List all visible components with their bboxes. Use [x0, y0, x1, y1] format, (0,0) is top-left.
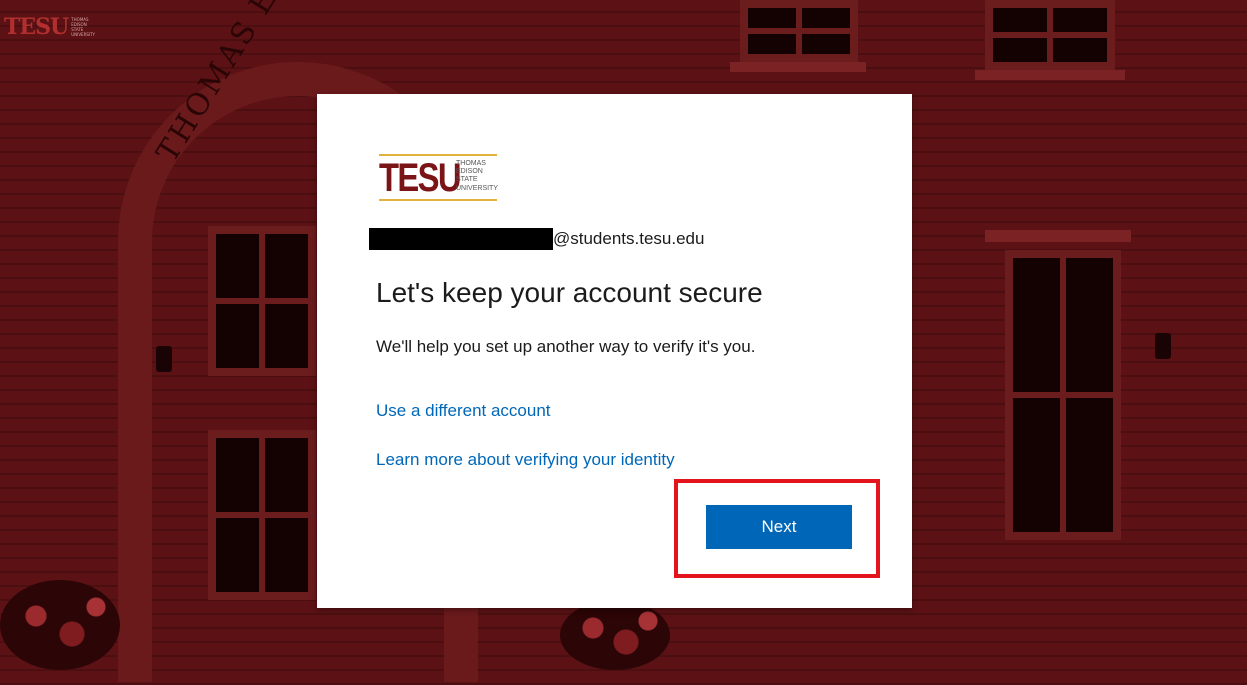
next-button[interactable]: Next — [706, 505, 852, 549]
window — [1005, 250, 1121, 540]
logo-wordmark: THOMAS EDISON STATE UNIVERSITY — [456, 160, 499, 192]
corner-logo: TESU THOMAS EDISON STATE UNIVERSITY — [4, 14, 95, 40]
logo-mark: TESU — [379, 156, 462, 200]
page-title: Let's keep your account secure — [376, 277, 763, 308]
window-sill — [975, 70, 1125, 80]
account-identity: @students.tesu.edu — [369, 228, 704, 250]
window-sill — [985, 230, 1131, 242]
learn-more-link[interactable]: Learn more about verifying your identity — [376, 450, 675, 470]
redacted-username — [369, 228, 553, 250]
sign-in-card: TESU THOMAS EDISON STATE UNIVERSITY @stu… — [317, 94, 912, 608]
window — [208, 226, 316, 376]
wall-lamp — [1155, 333, 1171, 359]
flower-planter — [0, 580, 120, 670]
wall-lamp — [156, 346, 172, 372]
corner-logo-mark: TESU — [4, 14, 69, 40]
window — [740, 0, 858, 62]
email-suffix: @students.tesu.edu — [553, 229, 705, 248]
window — [208, 430, 316, 600]
logo-gold-rule — [379, 199, 497, 201]
window-sill — [730, 62, 866, 72]
tesu-logo: TESU THOMAS EDISON STATE UNIVERSITY — [379, 154, 499, 204]
corner-logo-wordmark: THOMAS EDISON STATE UNIVERSITY — [71, 17, 95, 37]
use-different-account-link[interactable]: Use a different account — [376, 401, 551, 421]
flower-planter — [560, 600, 670, 670]
window — [985, 0, 1115, 70]
page-description: We'll help you set up another way to ver… — [376, 337, 756, 356]
